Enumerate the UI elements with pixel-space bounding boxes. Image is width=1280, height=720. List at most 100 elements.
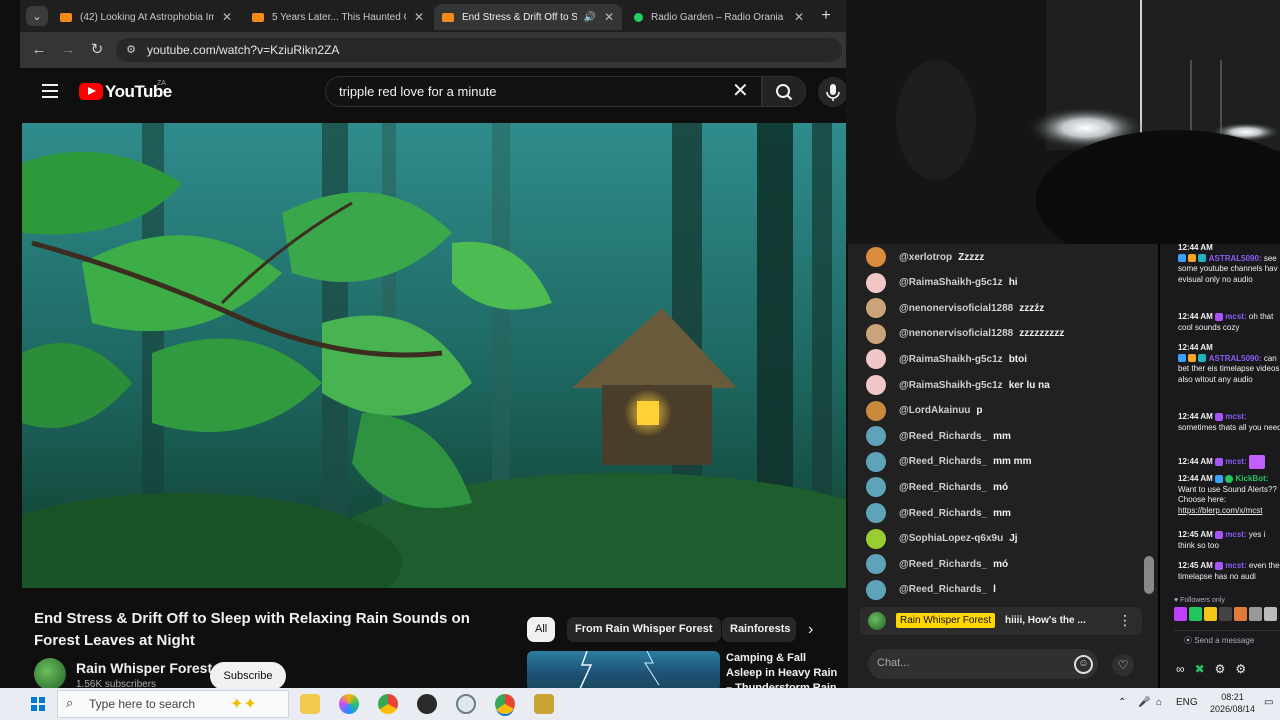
chat-username[interactable]: @Reed_Richards_ [899, 456, 987, 467]
chip-all[interactable]: All [527, 617, 556, 642]
chat-avatar[interactable] [866, 272, 886, 293]
chat-username[interactable]: @Reed_Richards_ [899, 508, 987, 519]
chat-message: @Reed_Richards_ mm [866, 501, 1011, 525]
close-tab-icon[interactable]: ✕ [794, 10, 804, 24]
taskbar-search-placeholder[interactable]: Type here to search [89, 697, 195, 711]
site-info-icon[interactable]: ⚙ [124, 43, 138, 57]
side-chat-msg: 12:44 AM KickBot: Want to use Sound Aler… [1178, 474, 1277, 515]
browser-tab-3-active[interactable]: End Stress & Drift Off to Sle 🔊 ✕ [434, 4, 622, 30]
chat-avatar[interactable] [866, 426, 886, 447]
chat-username[interactable]: @LordAkainuu [899, 405, 970, 416]
chat-text: mm [993, 507, 1011, 519]
radio-icon [634, 12, 643, 22]
chevron-right-icon[interactable]: › [808, 621, 813, 639]
voice-search-button[interactable] [818, 77, 848, 107]
chat-avatar[interactable] [866, 298, 886, 319]
notifications-icon[interactable]: ▭ [1264, 697, 1273, 708]
recommended-video-thumbnail[interactable] [527, 651, 720, 691]
file-explorer-icon[interactable] [300, 694, 320, 714]
subscribe-button[interactable]: Subscribe [210, 662, 286, 690]
search-input[interactable]: tripple red love for a minute [339, 84, 497, 99]
gear-icon[interactable]: ⚙ [1215, 662, 1226, 676]
x-icon[interactable]: ✖ [1195, 662, 1205, 676]
search-button[interactable] [762, 76, 806, 107]
chat-username[interactable]: @Reed_Richards_ [899, 482, 987, 493]
forward-arrow-icon[interactable]: → [60, 42, 76, 58]
emote-icon [1264, 607, 1277, 621]
infinity-icon[interactable]: ∞ [1176, 662, 1185, 676]
browser-tab-2[interactable]: 5 Years Later... This Haunted Ca ✕ [244, 4, 432, 30]
obs-icon[interactable] [417, 694, 437, 714]
chat-username[interactable]: @Reed_Richards_ [899, 559, 987, 570]
tab-search-button[interactable]: ⌄ [26, 6, 48, 26]
back-arrow-icon[interactable]: ← [31, 42, 47, 58]
clock[interactable]: 08:21 2026/08/14 [1210, 691, 1255, 715]
chat-text: Jj [1009, 533, 1018, 545]
emote-icon [1234, 607, 1247, 621]
reload-icon[interactable]: ↻ [89, 42, 105, 58]
youtube-logo-icon[interactable] [79, 83, 103, 100]
chat-scrollbar[interactable] [1144, 556, 1154, 594]
network-icon[interactable]: ⌂ [1156, 697, 1162, 708]
tray-expand-icon[interactable]: ⌃ [1118, 697, 1126, 708]
app-icon[interactable] [456, 694, 476, 714]
chip-rainforests[interactable]: Rainforests [722, 617, 796, 642]
send-message-input[interactable]: ⦿ Send a message [1174, 630, 1280, 648]
side-chat-msg: 12:44 AM mcst: [1178, 455, 1280, 469]
browser-tab-4[interactable]: Radio Garden – Radio Orania 9 ✕ [626, 4, 812, 30]
chat-avatar[interactable] [866, 349, 886, 370]
emoji-icon[interactable]: ☺ [1074, 655, 1093, 674]
browser-tab-1[interactable]: (42) Looking At Astrophobia Im ✕ [52, 4, 240, 30]
chat-username[interactable]: @RaimaShaikh-g5c1z [899, 277, 1003, 288]
chat-avatar[interactable] [866, 451, 886, 472]
close-tab-icon[interactable]: ✕ [604, 10, 614, 24]
game-icon[interactable] [534, 694, 554, 714]
chat-username[interactable]: @Reed_Richards_ [899, 431, 987, 442]
language-indicator[interactable]: ENG [1176, 697, 1198, 708]
url-text[interactable]: youtube.com/watch?v=KziuRikn2ZA [147, 43, 339, 57]
chat-placeholder[interactable]: Chat... [877, 657, 909, 669]
chat-username[interactable]: @Reed_Richards_ [899, 584, 987, 595]
chat-avatar[interactable] [866, 400, 886, 421]
more-vertical-icon[interactable]: ⋮ [1118, 612, 1132, 629]
chat-username[interactable]: @SophiaLopez-q6x9u [899, 533, 1003, 544]
windows-start-icon[interactable] [31, 697, 45, 711]
chat-avatar[interactable] [866, 554, 886, 575]
chat-avatar[interactable] [866, 503, 886, 523]
chat-avatar[interactable] [866, 323, 886, 344]
chat-avatar[interactable] [866, 528, 886, 549]
chat-avatar[interactable] [866, 579, 886, 600]
youtube-icon [442, 12, 454, 22]
new-tab-button[interactable]: + [817, 7, 835, 25]
chip-from-channel[interactable]: From Rain Whisper Forest [567, 617, 721, 642]
close-tab-icon[interactable]: ✕ [414, 10, 424, 24]
video-player[interactable] [22, 123, 846, 588]
clear-search-icon[interactable]: ✕ [732, 81, 749, 101]
webcam-overlay [846, 0, 1280, 244]
menu-icon[interactable] [42, 84, 58, 98]
side-chat-msg: 12:45 AM mcst: even the timelapse has no… [1178, 561, 1280, 581]
chrome-active-icon[interactable] [495, 694, 515, 714]
badge-icon [1198, 254, 1207, 263]
settings-icon[interactable]: ⚙ [1235, 662, 1246, 676]
chat-avatar[interactable] [866, 375, 886, 395]
photos-icon[interactable] [339, 694, 359, 714]
sound-alerts-link[interactable]: https://blerp.com/x/mcst [1178, 506, 1262, 515]
heart-icon[interactable]: ♡ [1112, 654, 1134, 676]
chat-username[interactable]: @nenonervisoficial1288 [899, 328, 1013, 339]
channel-name[interactable]: Rain Whisper Forest [76, 660, 212, 676]
chat-username[interactable]: @xerlotrop [899, 252, 952, 263]
chat-text: zzzźz [1019, 302, 1045, 314]
chat-username[interactable]: @RaimaShaikh-g5c1z [899, 380, 1003, 391]
chat-username[interactable]: @RaimaShaikh-g5c1z [899, 354, 1003, 365]
chrome-icon[interactable] [378, 694, 398, 714]
emote-bar[interactable] [1174, 607, 1280, 623]
badge-icon [1188, 254, 1197, 263]
channel-avatar[interactable] [34, 658, 66, 690]
close-tab-icon[interactable]: ✕ [222, 10, 232, 24]
speaker-icon[interactable]: 🔊 [583, 12, 595, 23]
chat-avatar[interactable] [866, 477, 886, 498]
chat-avatar[interactable] [866, 247, 886, 267]
microphone-tray-icon[interactable]: 🎤 [1138, 697, 1150, 708]
chat-username[interactable]: @nenonervisoficial1288 [899, 303, 1013, 314]
